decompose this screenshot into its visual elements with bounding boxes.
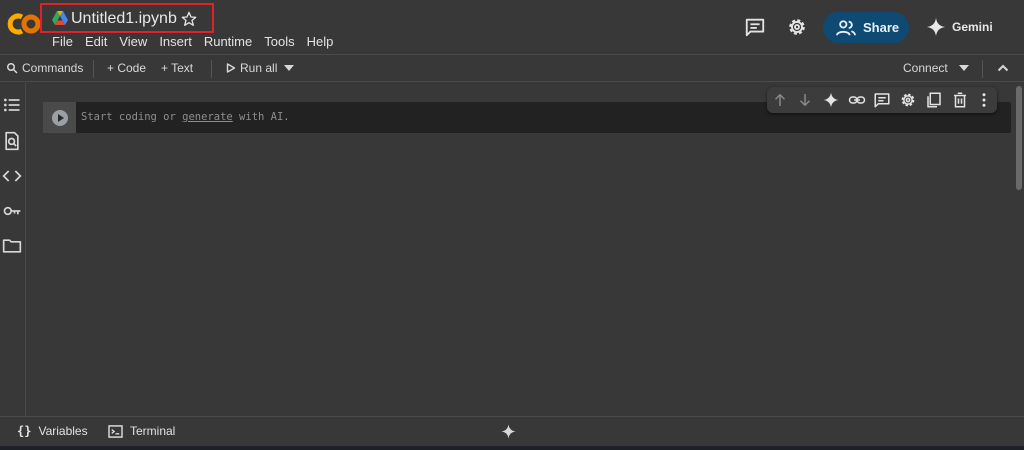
gemini-sparkle-icon (926, 17, 946, 37)
toolbar-divider (982, 60, 983, 78)
cell-toolbar (767, 87, 997, 113)
secrets-key-icon[interactable] (2, 201, 22, 221)
terminal-label: Terminal (130, 424, 176, 438)
bottom-bar: {} Variables Terminal (0, 416, 1024, 446)
window-bottom-edge (0, 446, 1024, 450)
left-sidebar (0, 83, 26, 416)
run-cell-button[interactable] (43, 102, 76, 133)
connect-button[interactable]: Connect (903, 55, 948, 81)
scrollbar[interactable] (1016, 86, 1022, 190)
menu-file[interactable]: File (52, 34, 79, 50)
run-cell-play-icon (51, 109, 69, 127)
notebook-title[interactable]: Untitled1.ipynb (71, 10, 177, 28)
run-all-dropdown-icon[interactable] (284, 55, 294, 81)
menu-edit[interactable]: Edit (79, 34, 113, 50)
link-icon[interactable] (848, 91, 866, 109)
commands-label: Commands (22, 61, 84, 75)
menu-bar: File Edit View Insert Runtime Tools Help (52, 34, 339, 50)
connect-dropdown-icon[interactable] (959, 55, 969, 81)
delete-trash-icon[interactable] (951, 91, 969, 109)
variables-label: Variables (38, 424, 88, 438)
search-icon (6, 62, 18, 74)
code-snippets-icon[interactable] (2, 166, 22, 186)
toolbar-divider (93, 60, 94, 78)
gemini-button[interactable]: Gemini (926, 15, 993, 39)
colab-logo[interactable] (6, 12, 42, 36)
terminal-icon (108, 424, 123, 438)
add-comment-icon[interactable] (873, 91, 891, 109)
move-up-arrow-icon[interactable] (771, 91, 789, 109)
cell-settings-gear-icon[interactable] (899, 91, 917, 109)
collapse-chevron-up-icon[interactable] (997, 55, 1009, 81)
share-label: Share (863, 20, 900, 35)
menu-view[interactable]: View (113, 34, 153, 50)
variables-button[interactable]: {} Variables (17, 417, 88, 445)
files-folder-icon[interactable] (2, 236, 22, 256)
add-code-button[interactable]: + Code (107, 55, 146, 81)
gemini-label: Gemini (952, 20, 993, 34)
add-text-button[interactable]: + Text (161, 55, 193, 81)
placeholder-start: Start coding or (81, 111, 183, 123)
move-down-arrow-icon[interactable] (796, 91, 814, 109)
google-drive-icon (52, 11, 68, 25)
find-in-notebook-icon[interactable] (2, 131, 22, 151)
run-all-label: Run all (240, 61, 278, 75)
people-icon (835, 19, 857, 37)
toolbar-divider (211, 60, 212, 78)
notebook-toolbar: Commands + Code + Text Run all Connect (0, 54, 1024, 82)
settings-gear-icon[interactable] (786, 16, 808, 38)
more-vert-icon[interactable] (975, 91, 993, 109)
table-of-contents-icon[interactable] (2, 95, 22, 115)
share-button[interactable]: Share (823, 12, 909, 43)
run-all-button[interactable]: Run all (226, 55, 277, 81)
cell-placeholder: Start coding or generate with AI. (81, 111, 290, 123)
comment-icon[interactable] (744, 16, 766, 38)
menu-insert[interactable]: Insert (153, 34, 198, 50)
play-icon (226, 63, 236, 73)
commands-button[interactable]: Commands (6, 55, 83, 81)
terminal-button[interactable]: Terminal (108, 417, 175, 445)
gemini-sparkle-icon[interactable] (822, 91, 840, 109)
star-icon[interactable] (181, 11, 197, 27)
placeholder-end: with AI. (232, 111, 290, 123)
gemini-sparkle-icon[interactable] (500, 417, 517, 445)
generate-link[interactable]: generate (182, 111, 233, 123)
curly-braces-icon: {} (17, 424, 32, 438)
menu-help[interactable]: Help (301, 34, 340, 50)
menu-tools[interactable]: Tools (258, 34, 300, 50)
mirror-cell-icon[interactable] (925, 91, 943, 109)
menu-runtime[interactable]: Runtime (198, 34, 258, 50)
